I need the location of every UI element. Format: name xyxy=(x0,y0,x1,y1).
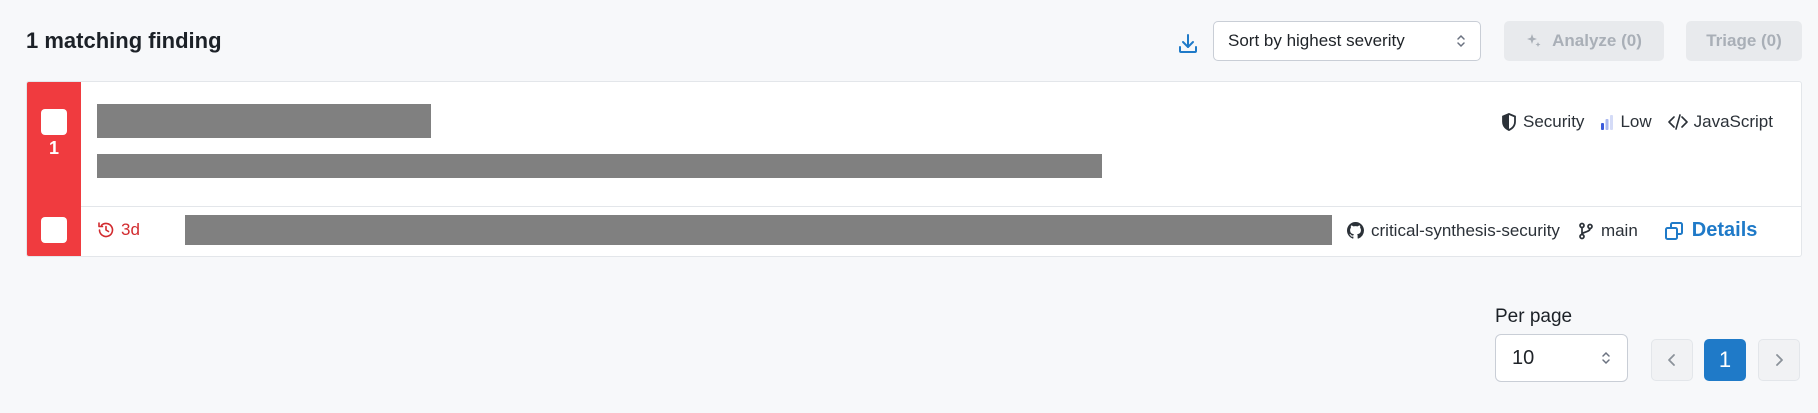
branch-icon xyxy=(1579,222,1593,239)
language-label: JavaScript xyxy=(1693,112,1773,131)
toolbar: 1 matching finding Sort by highest sever… xyxy=(26,20,1802,62)
sort-select-value: Sort by highest severity xyxy=(1228,31,1405,50)
finding-index: 1 xyxy=(48,138,59,158)
sort-select[interactable]: Sort by highest severity xyxy=(1213,21,1481,61)
details-label: Details xyxy=(1691,219,1758,241)
finding-card: 1 Security Low JavaScript 3d critical-sy… xyxy=(26,81,1802,257)
finding-tags: Security Low JavaScript xyxy=(1501,112,1773,132)
analyze-label: Analyze (0) xyxy=(1552,31,1642,50)
redacted-finding-description xyxy=(97,154,1102,178)
repository-link[interactable]: critical-synthesis-security xyxy=(1347,221,1560,241)
severity-tag: Low xyxy=(1600,112,1652,132)
code-icon xyxy=(1667,114,1688,130)
download-button[interactable] xyxy=(1168,26,1208,62)
card-divider xyxy=(81,206,1801,207)
per-page-label: Per page xyxy=(1495,306,1573,327)
triage-label: Triage (0) xyxy=(1706,31,1782,50)
page-title: 1 matching finding xyxy=(26,28,222,53)
branch-tag: main xyxy=(1578,221,1638,241)
github-icon xyxy=(1347,222,1364,239)
redacted-file-path xyxy=(185,215,1332,245)
details-icon xyxy=(1664,221,1683,240)
per-page-value: 10 xyxy=(1512,346,1535,369)
severity-bars-icon xyxy=(1601,115,1614,130)
per-page-select[interactable]: 10 xyxy=(1495,334,1628,382)
age-label: 3d xyxy=(121,220,140,239)
finding-checkbox[interactable] xyxy=(41,109,67,135)
sort-chevron-icon xyxy=(1456,33,1466,49)
chevron-left-icon xyxy=(1668,354,1675,366)
chevron-right-icon xyxy=(1776,354,1783,366)
prev-page-button[interactable] xyxy=(1651,339,1693,381)
language-tag: JavaScript xyxy=(1667,112,1773,132)
occurrence-meta: critical-synthesis-security main Details xyxy=(1347,219,1757,242)
shield-icon xyxy=(1502,113,1516,131)
redacted-finding-title xyxy=(97,104,431,138)
history-icon xyxy=(98,222,114,238)
sparkle-icon xyxy=(1527,34,1541,47)
occurrence-checkbox[interactable] xyxy=(41,217,67,243)
triage-button[interactable]: Triage (0) xyxy=(1686,21,1802,61)
next-page-button[interactable] xyxy=(1758,339,1800,381)
category-label: Security xyxy=(1523,112,1585,131)
severity-label: Low xyxy=(1620,112,1652,131)
finding-age: 3d xyxy=(97,220,140,240)
branch-label: main xyxy=(1600,220,1638,240)
details-button[interactable]: Details xyxy=(1664,219,1758,242)
per-page-chevron-icon xyxy=(1601,350,1611,366)
repository-label: critical-synthesis-security xyxy=(1371,220,1560,240)
analyze-button[interactable]: Analyze (0) xyxy=(1504,21,1664,61)
page-button-current[interactable]: 1 xyxy=(1704,339,1746,381)
download-icon xyxy=(1179,34,1197,53)
category-tag: Security xyxy=(1501,112,1584,132)
